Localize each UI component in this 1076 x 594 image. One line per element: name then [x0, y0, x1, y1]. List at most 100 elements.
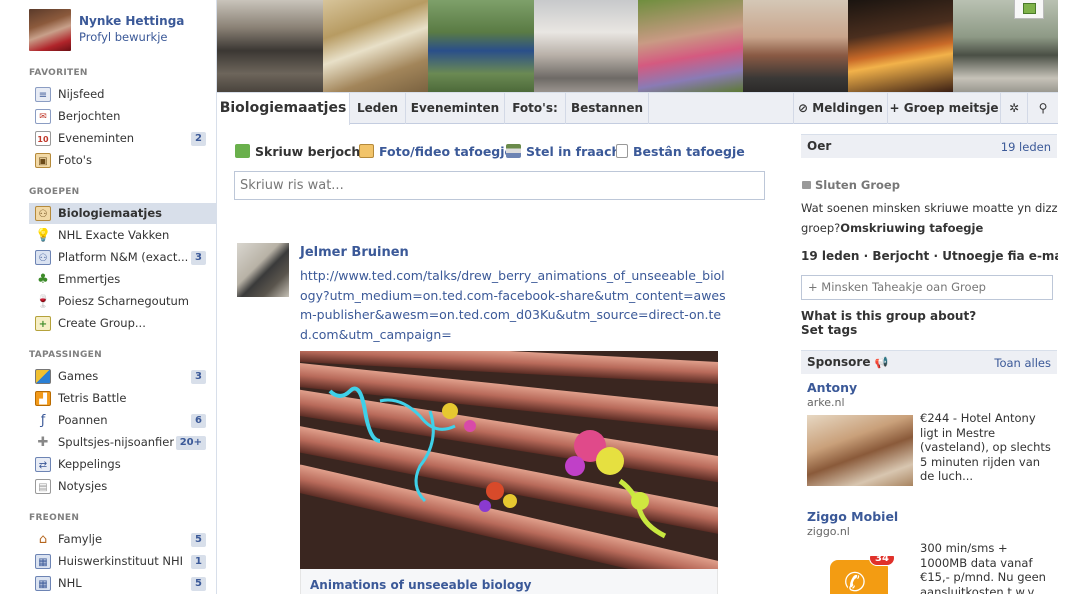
profile-avatar[interactable]: [29, 9, 71, 51]
favorites-heading: FAVORITEN: [29, 68, 88, 78]
post-author-name[interactable]: Jelmer Bruinen: [300, 245, 409, 260]
add-photo-video-action[interactable]: Foto/fideo tafoegje: [359, 144, 513, 159]
sidebar-item-huiswerkinstituut[interactable]: ▦ Huiswerkinstituut NHI 1: [29, 551, 216, 572]
create-group-button[interactable]: + Groep meitsje: [887, 93, 1000, 124]
ad-domain[interactable]: arke.nl: [807, 396, 845, 409]
change-photo-button[interactable]: [1014, 0, 1044, 19]
sponsored-title: Sponsore 📢: [807, 355, 888, 369]
member-photo[interactable]: [848, 0, 953, 92]
member-photo[interactable]: [323, 0, 428, 92]
puzzle-icon: ✚: [37, 435, 49, 450]
questions-icon: ƒ: [40, 413, 46, 428]
games-cube-icon: [35, 369, 51, 384]
sidebar-item-tetris-battle[interactable]: ▟ Tetris Battle: [29, 388, 216, 409]
sidebar-item-label: Keppelings: [58, 457, 121, 471]
description-line1: Wat soenen minsken skriuwe moatte yn diz…: [801, 201, 1065, 215]
sidebar-item-nhl-exacte-vakken[interactable]: 💡 NHL Exacte Vakken: [29, 225, 216, 246]
sidebar-item-create-group[interactable]: + Create Group...: [29, 313, 216, 334]
page-gutter: [1058, 0, 1076, 594]
search-icon: ⚲: [1038, 101, 1048, 115]
closed-group-text: Sluten Groep: [815, 178, 900, 192]
tab-biologiemaatjes[interactable]: Biologiemaatjes: [217, 93, 350, 125]
description-prompt: groep?: [801, 221, 841, 235]
add-file-action[interactable]: Bestân tafoegje: [616, 144, 745, 159]
ad-title[interactable]: Antony: [807, 380, 857, 395]
phone-icon: ✆: [844, 568, 866, 594]
sidebar-item-label: Biologiemaatjes: [58, 206, 163, 220]
photo-icon: [359, 144, 374, 158]
post-caption-title[interactable]: Animations of unseeable biology: [310, 578, 531, 592]
stats-message-link[interactable]: Berjocht: [872, 249, 929, 263]
sponsored-header: Sponsore 📢 Toan alles: [801, 350, 1057, 374]
show-all-link[interactable]: Toan alles: [994, 356, 1051, 370]
sidebar-item-events[interactable]: 10 Eveneminten 2: [29, 128, 216, 149]
ad-title[interactable]: Ziggo Mobiel: [807, 509, 898, 524]
set-tags-link[interactable]: Set tags: [801, 323, 857, 337]
add-people-input[interactable]: + Minsken Taheakje oan Groep: [801, 275, 1053, 300]
post-link[interactable]: http://www.ted.com/talks/drew_berry_anim…: [300, 266, 732, 344]
house-icon: ⌂: [38, 532, 48, 547]
links-icon: ⇄: [35, 457, 51, 472]
sidebar-item-famylje[interactable]: ⌂ Famylje 5: [29, 529, 216, 550]
stats-invite-link[interactable]: Utnoegje fia e-mail: [942, 249, 1071, 263]
search-button[interactable]: ⚲: [1027, 93, 1058, 124]
ad-image[interactable]: ✆ 34: [807, 556, 913, 594]
sidebar-item-label: Nijsfeed: [58, 87, 105, 101]
tab-eveneminten[interactable]: Eveneminten: [406, 93, 505, 124]
left-sidebar: Nynke Hettinga Profyl bewurkje FAVORITEN…: [0, 0, 217, 594]
settings-button[interactable]: ✲: [1000, 93, 1027, 124]
photos-icon: ▣: [35, 153, 51, 168]
sidebar-item-emmertjes[interactable]: ♣ Emmertjes: [29, 269, 216, 290]
count-badge: 1: [191, 555, 206, 569]
photo-edit-icon: [1023, 3, 1036, 14]
member-photo[interactable]: [638, 0, 743, 92]
ask-question-action[interactable]: Stel in fraach: [506, 144, 620, 159]
sidebar-item-label: Platform N&M (exact...: [58, 250, 188, 264]
profile-name[interactable]: Nynke Hettinga: [79, 14, 184, 28]
tab-leden[interactable]: Leden: [350, 93, 406, 124]
member-photo[interactable]: [743, 0, 848, 92]
add-description-link[interactable]: Omskriuwing tafoegje: [840, 221, 983, 235]
write-post-action[interactable]: Skriuw berjocht: [235, 144, 366, 159]
tab-bestannen[interactable]: Bestannen: [566, 93, 649, 124]
sidebar-item-poiesz[interactable]: 🍷 Poiesz Scharnegoutum: [29, 291, 216, 312]
friends-heading: FREONEN: [29, 513, 80, 523]
group-tabs: Biologiemaatjes Leden Eveneminten Foto's…: [217, 92, 1058, 125]
post-author-avatar[interactable]: [237, 243, 289, 297]
edit-profile-link[interactable]: Profyl bewurkje: [79, 30, 167, 44]
count-badge: 3: [191, 251, 206, 265]
what-is-group-prompt[interactable]: What is this group about?: [801, 309, 976, 323]
sidebar-item-label: Eveneminten: [58, 131, 135, 145]
sidebar-item-keppelings[interactable]: ⇄ Keppelings: [29, 454, 216, 475]
poll-icon: [506, 144, 521, 158]
ad-text[interactable]: €244 - Hotel Antony ligt in Mestre (vast…: [920, 411, 1055, 484]
post-composer-input[interactable]: Skriuw ris wat...: [234, 171, 765, 200]
sidebar-item-platform-nm[interactable]: ⚇ Platform N&M (exact... 3: [29, 247, 216, 268]
ad-text[interactable]: 300 min/sms + 1000MB data vanaf €15,- p/…: [920, 541, 1055, 594]
post-link-thumbnail[interactable]: [300, 351, 718, 569]
ad-image[interactable]: [807, 415, 913, 486]
notifications-button[interactable]: ⊘ Meldingen: [793, 93, 887, 124]
count-badge: 5: [191, 577, 206, 591]
notifications-label: Meldingen: [812, 101, 883, 115]
sidebar-item-nhl[interactable]: ▦ NHL 5: [29, 573, 216, 594]
sidebar-item-spultsjes[interactable]: ✚ Spultsjes-nijsoanfier 20+: [29, 432, 216, 453]
member-count-link[interactable]: 19 leden: [1001, 140, 1051, 154]
profile-block[interactable]: Nynke Hettinga Profyl bewurkje: [29, 9, 214, 51]
member-photo[interactable]: [217, 0, 323, 92]
sidebar-item-poannen[interactable]: ƒ Poannen 6: [29, 410, 216, 431]
wine-icon: 🍷: [35, 294, 51, 308]
sidebar-item-messages[interactable]: ✉ Berjochten: [29, 106, 216, 127]
sidebar-item-photos[interactable]: ▣ Foto's: [29, 150, 216, 171]
member-photo[interactable]: [428, 0, 534, 92]
stats-members-link[interactable]: 19 leden: [801, 249, 859, 263]
tetris-icon: ▟: [35, 391, 51, 406]
sidebar-item-biologiemaatjes[interactable]: ⚇ Biologiemaatjes: [29, 203, 216, 224]
sidebar-item-notysjes[interactable]: ▤ Notysjes: [29, 476, 216, 497]
sidebar-item-games[interactable]: Games 3: [29, 366, 216, 387]
tab-fotos[interactable]: Foto's:: [505, 93, 566, 124]
member-photo[interactable]: [534, 0, 638, 92]
ad-domain[interactable]: ziggo.nl: [807, 525, 850, 538]
sidebar-item-newsfeed[interactable]: ≡ Nijsfeed: [29, 84, 216, 105]
news-feed-icon: ≡: [35, 87, 51, 102]
